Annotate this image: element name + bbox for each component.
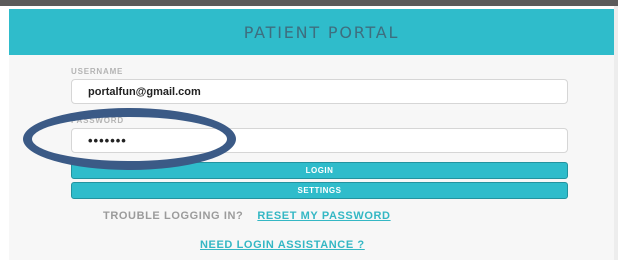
settings-button[interactable]: SETTINGS: [71, 182, 568, 199]
portal-header: PATIENT PORTAL: [9, 9, 618, 55]
password-field[interactable]: •••••••: [71, 128, 568, 153]
login-assistance-link[interactable]: NEED LOGIN ASSISTANCE ?: [200, 239, 365, 251]
username-field[interactable]: portalfun@gmail.com: [71, 79, 568, 104]
right-edge: [614, 6, 618, 260]
trouble-logging-in-text: TROUBLE LOGGING IN?: [103, 210, 244, 222]
password-label: PASSWORD: [71, 116, 124, 125]
login-button[interactable]: LOGIN: [71, 162, 568, 179]
page-title: PATIENT PORTAL: [243, 22, 400, 42]
trouble-row: TROUBLE LOGGING IN? RESET MY PASSWORD: [103, 210, 391, 222]
username-label: USERNAME: [71, 67, 124, 76]
reset-password-link[interactable]: RESET MY PASSWORD: [257, 210, 390, 222]
